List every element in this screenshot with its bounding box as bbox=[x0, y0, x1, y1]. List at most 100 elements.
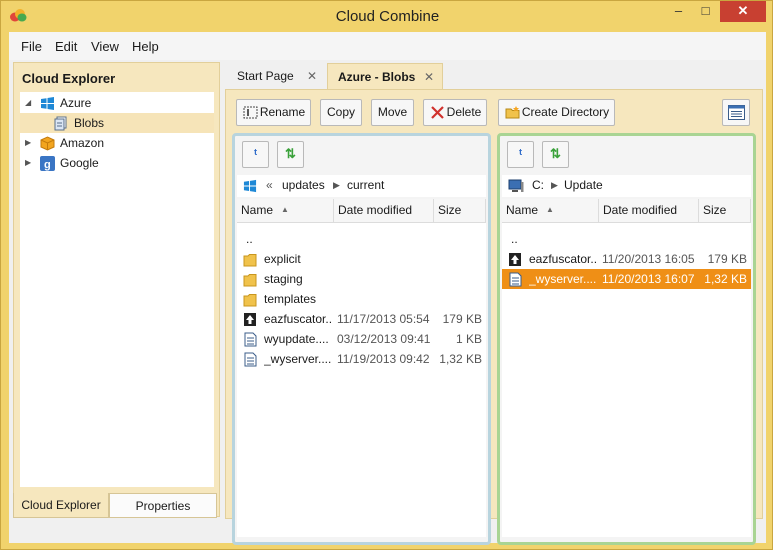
document-icon bbox=[244, 332, 257, 347]
tree-label: Azure bbox=[60, 96, 92, 110]
folder-icon bbox=[243, 254, 257, 267]
rename-label: Rename bbox=[259, 105, 306, 119]
tab-label: Azure - Blobs bbox=[338, 70, 416, 84]
table-row[interactable]: staging bbox=[237, 269, 486, 289]
file-name: wyupdate.... bbox=[264, 332, 329, 346]
collapsed-arrow-icon[interactable]: ▶ bbox=[25, 133, 35, 153]
tree-label: Google bbox=[60, 156, 99, 170]
delete-button[interactable]: Delete bbox=[423, 99, 487, 126]
table-row[interactable]: eazfuscator... 11/17/2013 05:54 179 KB bbox=[237, 309, 486, 329]
tree-item-google[interactable]: ▶ g Google bbox=[20, 153, 214, 173]
table-row[interactable]: templates bbox=[237, 289, 486, 309]
sort-ascending-icon: ▲ bbox=[546, 205, 554, 214]
file-name: _wyserver.... bbox=[264, 352, 332, 366]
chevron-right-icon[interactable]: ▶ bbox=[333, 175, 340, 196]
table-row[interactable]: _wyserver.... 11/19/2013 09:42 1,32 KB bbox=[237, 349, 486, 369]
tree-label: Amazon bbox=[60, 136, 105, 150]
windows-icon bbox=[41, 97, 54, 110]
up-directory-button[interactable]: ᵗ bbox=[242, 141, 269, 168]
window-title: Cloud Combine bbox=[335, 8, 440, 25]
folder-icon bbox=[243, 294, 257, 307]
close-tab-icon[interactable]: ✕ bbox=[307, 63, 317, 89]
local-file-panel: ᵗ ⇅ C: ▶ Update Name ▲ Date modified Siz… bbox=[497, 133, 756, 545]
file-size: 1 KB bbox=[455, 332, 482, 346]
file-list: Name ▲ Date modified Size .. eazfuscator… bbox=[502, 199, 751, 537]
tab-start-page[interactable]: Start Page ✕ bbox=[227, 63, 325, 89]
copy-button[interactable]: Copy bbox=[320, 99, 362, 126]
menu-edit[interactable]: Edit bbox=[55, 39, 77, 54]
rename-button[interactable]: Rename bbox=[236, 99, 311, 126]
tab-cloud-explorer[interactable]: Cloud Explorer bbox=[13, 493, 109, 518]
blob-file-panel: ᵗ ⇅ « updates ▶ current Name ▲ Date modi… bbox=[232, 133, 491, 545]
menu-file[interactable]: File bbox=[21, 39, 42, 54]
document-icon bbox=[244, 352, 257, 367]
computer-icon bbox=[508, 179, 524, 192]
column-header-size[interactable]: Size bbox=[699, 199, 751, 223]
breadcrumb-overflow[interactable]: « bbox=[266, 175, 273, 196]
column-label: Name bbox=[241, 203, 274, 217]
create-directory-button[interactable]: Create Directory bbox=[498, 99, 615, 126]
close-tab-icon[interactable]: ✕ bbox=[424, 64, 434, 90]
left-pane-tabs: Cloud Explorer Properties bbox=[13, 493, 220, 519]
file-name: eazfuscator... bbox=[264, 312, 332, 326]
file-list: Name ▲ Date modified Size .. explicit st… bbox=[237, 199, 486, 537]
pane-header: Cloud Explorer bbox=[22, 71, 116, 86]
breadcrumb-part[interactable]: current bbox=[347, 175, 384, 196]
breadcrumb-part[interactable]: updates bbox=[282, 175, 325, 196]
view-toggle-button[interactable] bbox=[722, 99, 750, 126]
column-header-date[interactable]: Date modified bbox=[599, 199, 699, 223]
column-header-size[interactable]: Size bbox=[434, 199, 486, 223]
file-name: staging bbox=[264, 272, 303, 286]
title-bar[interactable]: Cloud Combine – □ ✕ bbox=[1, 1, 773, 31]
cloud-explorer-pane: Cloud Explorer ◢ Azure Blobs ▶ Amazon ▶ … bbox=[13, 62, 220, 517]
file-date: 11/20/2013 16:07 bbox=[602, 272, 695, 286]
up-directory-button[interactable]: ᵗ bbox=[507, 141, 534, 168]
menu-view[interactable]: View bbox=[91, 39, 119, 54]
file-date: 03/12/2013 09:41 bbox=[337, 332, 431, 346]
move-button[interactable]: Move bbox=[371, 99, 414, 126]
tab-azure-blobs[interactable]: Azure - Blobs ✕ bbox=[327, 63, 443, 89]
table-row[interactable]: .. bbox=[502, 229, 751, 249]
table-row[interactable]: .. bbox=[237, 229, 486, 249]
table-row[interactable]: explicit bbox=[237, 249, 486, 269]
table-row-selected[interactable]: _wyserver.... 11/20/2013 16:07 1,32 KB bbox=[502, 269, 751, 289]
table-row[interactable]: wyupdate.... 03/12/2013 09:41 1 KB bbox=[237, 329, 486, 349]
maximize-button[interactable]: □ bbox=[692, 1, 719, 22]
refresh-button[interactable]: ⇅ bbox=[542, 141, 569, 168]
breadcrumb-part[interactable]: C: bbox=[532, 175, 544, 196]
breadcrumb-part[interactable]: Update bbox=[564, 175, 603, 196]
folder-icon bbox=[243, 274, 257, 287]
table-row[interactable]: eazfuscator... 11/20/2013 16:05 179 KB bbox=[502, 249, 751, 269]
file-size: 1,32 KB bbox=[439, 352, 482, 366]
file-name: .. bbox=[246, 232, 253, 246]
expand-arrow-icon[interactable]: ◢ bbox=[25, 93, 35, 113]
svg-text:g: g bbox=[44, 159, 51, 171]
blob-icon bbox=[54, 116, 67, 131]
tree-item-amazon[interactable]: ▶ Amazon bbox=[20, 133, 214, 153]
file-name: _wyserver.... bbox=[529, 272, 597, 286]
tree-item-blobs[interactable]: Blobs bbox=[20, 113, 214, 133]
file-name: explicit bbox=[264, 252, 301, 266]
column-header-date[interactable]: Date modified bbox=[334, 199, 434, 223]
tree-label: Blobs bbox=[74, 116, 105, 130]
refresh-button[interactable]: ⇅ bbox=[277, 141, 304, 168]
minimize-button[interactable]: – bbox=[665, 1, 692, 22]
delete-x-icon bbox=[431, 106, 444, 119]
create-directory-label: Create Directory bbox=[521, 105, 610, 119]
close-window-button[interactable]: ✕ bbox=[720, 1, 766, 22]
menu-help[interactable]: Help bbox=[132, 39, 159, 54]
column-header-name[interactable]: Name ▲ bbox=[502, 199, 599, 223]
cloud-tree: ◢ Azure Blobs ▶ Amazon ▶ g Google bbox=[20, 92, 214, 487]
chevron-right-icon[interactable]: ▶ bbox=[551, 175, 558, 196]
tab-properties[interactable]: Properties bbox=[109, 493, 217, 518]
breadcrumb: « updates ▶ current bbox=[237, 175, 486, 197]
file-size: 1,32 KB bbox=[704, 272, 747, 286]
azure-blobs-document: Rename Copy Move Delete Create Directory bbox=[225, 89, 763, 545]
column-header-name[interactable]: Name ▲ bbox=[237, 199, 334, 223]
collapsed-arrow-icon[interactable]: ▶ bbox=[25, 153, 35, 173]
file-size: 179 KB bbox=[442, 312, 482, 326]
tab-label: Start Page bbox=[237, 69, 294, 83]
file-size: 179 KB bbox=[707, 252, 747, 266]
list-view-icon bbox=[728, 105, 745, 120]
tree-item-azure[interactable]: ◢ Azure bbox=[20, 93, 214, 113]
